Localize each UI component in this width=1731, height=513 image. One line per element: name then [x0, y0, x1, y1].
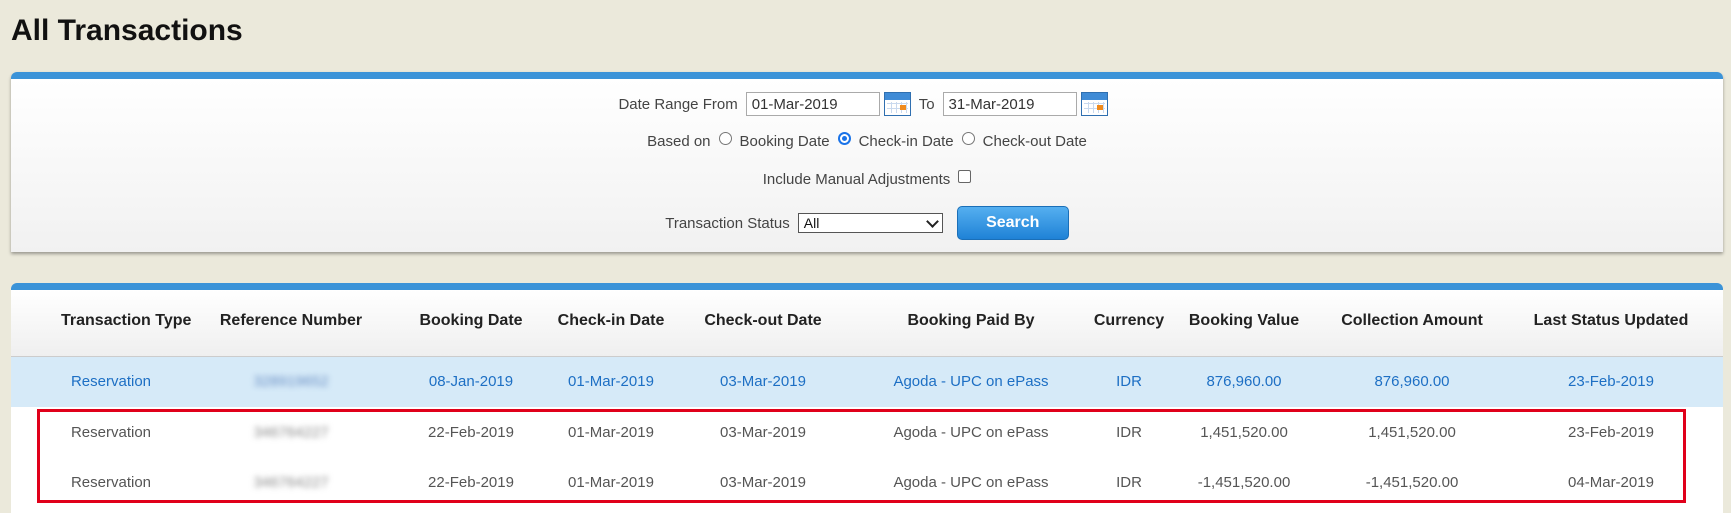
calendar-icon[interactable]: [1080, 92, 1108, 116]
table-cell: 1,451,520.00: [1368, 424, 1456, 441]
table-cell: Agoda - UPC on ePass: [893, 474, 1049, 491]
transaction-status-label: Transaction Status: [665, 214, 790, 232]
table-cell: 04-Mar-2019: [1568, 474, 1654, 491]
column-header[interactable]: Collection Amount: [1312, 312, 1512, 330]
column-header[interactable]: Booking Paid By: [821, 312, 1121, 330]
table-row[interactable]: Reservation 346764227 22-Feb-2019 01-Mar…: [11, 458, 1723, 508]
based-on-label: Based on: [647, 132, 711, 150]
chevron-down-icon: [925, 214, 939, 228]
table-cell: 23-Feb-2019: [1568, 424, 1654, 441]
table-cell: 876,960.00: [1374, 373, 1450, 390]
column-header[interactable]: Last Status Updated: [1511, 312, 1711, 330]
table-cell: Agoda - UPC on ePass: [893, 373, 1049, 390]
radio-label-check-out-date: Check-out Date: [982, 132, 1087, 150]
calendar-icon[interactable]: [883, 92, 911, 116]
table-header: Transaction Type Reference Number Bookin…: [11, 290, 1723, 357]
radio-label-booking-date: Booking Date: [739, 132, 830, 150]
radio-label-check-in-date: Check-in Date: [858, 132, 954, 150]
to-label: To: [918, 95, 935, 113]
table-cell: -1,451,520.00: [1365, 474, 1459, 491]
table-cell: Agoda - UPC on ePass: [893, 424, 1049, 441]
table-cell: Reservation: [70, 474, 152, 491]
date-to-input[interactable]: [942, 92, 1077, 116]
transaction-status-value: All: [803, 215, 820, 231]
based-on-row: Based on Booking Date Check-in Date Chec…: [11, 129, 1723, 153]
table-row[interactable]: Reservation 346764227 22-Feb-2019 01-Mar…: [11, 408, 1723, 458]
search-button[interactable]: Search: [956, 206, 1069, 240]
reference-number-cell: 346764227: [253, 474, 329, 491]
transactions-table: Transaction Type Reference Number Bookin…: [11, 283, 1723, 513]
column-header[interactable]: Transaction Type: [61, 312, 191, 330]
table-cell: 23-Feb-2019: [1568, 373, 1654, 390]
filter-panel: Date Range From To Based on Booking Date…: [11, 72, 1723, 252]
date-range-label: Date Range From: [618, 95, 738, 113]
manual-adjustments-row: Include Manual Adjustments: [11, 167, 1723, 191]
status-row: Transaction Status All Search: [11, 206, 1723, 240]
radio-check-in-date[interactable]: [837, 131, 851, 145]
reference-number-cell: 328919652: [253, 373, 329, 390]
radio-check-out-date[interactable]: [961, 131, 975, 145]
transaction-status-select[interactable]: All: [797, 213, 943, 233]
include-manual-label: Include Manual Adjustments: [762, 170, 951, 188]
table-cell: Reservation: [70, 373, 152, 390]
date-range-row: Date Range From To: [11, 90, 1723, 118]
column-header[interactable]: Reference Number: [191, 312, 391, 330]
include-manual-checkbox[interactable]: [958, 169, 972, 183]
table-cell: Reservation: [70, 424, 152, 441]
page-title: All Transactions: [11, 14, 243, 47]
table-row[interactable]: Reservation 328919652 08-Jan-2019 01-Mar…: [11, 357, 1723, 407]
reference-number-cell: 346764227: [253, 424, 329, 441]
date-from-input[interactable]: [745, 92, 880, 116]
radio-booking-date[interactable]: [718, 131, 732, 145]
